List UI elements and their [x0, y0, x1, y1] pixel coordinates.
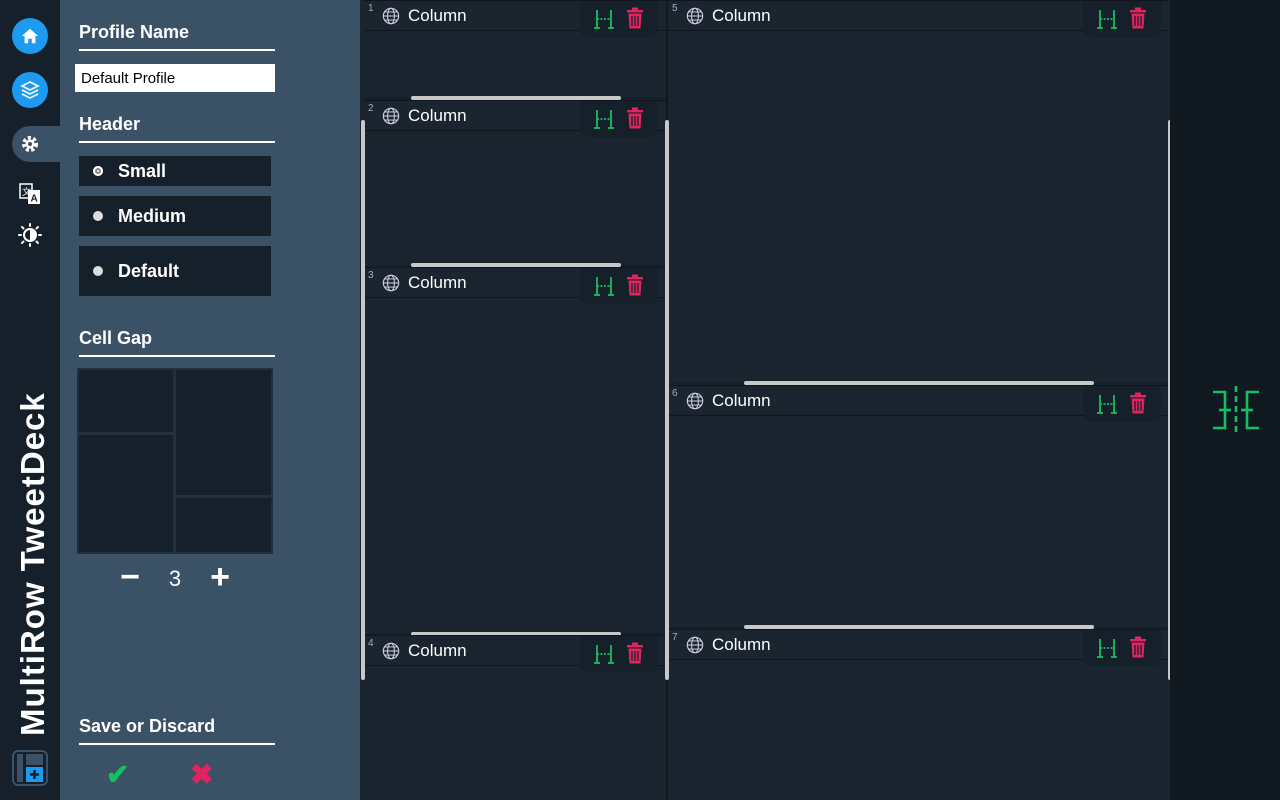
- trash-icon[interactable]: [1129, 392, 1147, 414]
- add-layout-button[interactable]: [12, 750, 48, 786]
- preview-cell: [77, 433, 175, 554]
- column-cell: 5 Column: [668, 0, 1168, 383]
- app-brand: MultiRow TweetDeck: [14, 392, 51, 736]
- language-button[interactable]: 文A: [12, 176, 48, 212]
- header-option-default[interactable]: Default: [79, 246, 271, 296]
- trash-icon[interactable]: [1129, 636, 1147, 658]
- svg-text:A: A: [31, 194, 38, 205]
- column-cell: 4 Column: [364, 635, 666, 800]
- cell-gap-heading: Cell Gap: [79, 328, 275, 357]
- column-cell: 7 Column: [668, 629, 1168, 800]
- column-title: Column: [408, 6, 467, 25]
- column-number: 3: [368, 270, 374, 281]
- resize-icon[interactable]: [594, 108, 614, 130]
- radio-unselected[interactable]: [93, 266, 103, 276]
- discard-button[interactable]: ✖: [190, 758, 213, 791]
- column-tools: [1083, 1, 1161, 37]
- trash-icon[interactable]: [1129, 7, 1147, 29]
- save-button[interactable]: ✔: [106, 758, 129, 791]
- radio-unselected[interactable]: [93, 211, 103, 221]
- globe-icon: [686, 636, 704, 654]
- cell-gap-decrease-button[interactable]: −: [115, 560, 145, 594]
- column-tools: [1083, 386, 1161, 422]
- settings-panel: Profile Name Header Small Medium Default…: [60, 0, 360, 800]
- cell-gap-increase-button[interactable]: +: [205, 560, 235, 594]
- trash-icon[interactable]: [626, 107, 644, 129]
- column-cell: 6 Column: [668, 385, 1168, 627]
- add-column-icon[interactable]: [1210, 384, 1262, 436]
- cell-gap-preview: [77, 368, 273, 554]
- column-number: 4: [368, 638, 374, 649]
- cell-gap-value: 3: [168, 566, 182, 591]
- home-button[interactable]: [12, 18, 48, 54]
- resize-icon[interactable]: [1097, 8, 1117, 30]
- column-tools: [580, 1, 658, 37]
- column-resize-handle[interactable]: [665, 120, 669, 680]
- column-resize-handle[interactable]: [361, 120, 365, 680]
- resize-icon[interactable]: [1097, 637, 1117, 659]
- column-cell: 2 Column: [364, 100, 666, 265]
- globe-icon: [382, 274, 400, 292]
- left-rail: 文A MultiRow TweetDeck: [0, 0, 60, 800]
- globe-icon: [686, 7, 704, 25]
- translate-icon: 文A: [19, 183, 40, 205]
- settings-button[interactable]: [12, 126, 60, 162]
- layers-button[interactable]: [12, 72, 48, 108]
- trash-icon[interactable]: [626, 642, 644, 664]
- column-title: Column: [712, 391, 771, 410]
- column-number: 2: [368, 103, 374, 114]
- preview-cell: [174, 368, 273, 497]
- column-number: 6: [672, 388, 678, 399]
- column-number: 5: [672, 3, 678, 14]
- column-title: Column: [712, 635, 771, 654]
- brightness-icon: [18, 223, 42, 247]
- header-heading: Header: [79, 114, 275, 143]
- column-board: 1 Column 2 Column 3 Column 4 Column 5 Co…: [360, 0, 1172, 800]
- column-number: 1: [368, 3, 374, 14]
- header-option-small[interactable]: Small: [79, 156, 271, 186]
- preview-cell: [174, 496, 273, 554]
- trash-icon[interactable]: [626, 274, 644, 296]
- trash-icon[interactable]: [626, 7, 644, 29]
- home-icon: [21, 28, 39, 44]
- header-option-label: Default: [118, 260, 180, 281]
- globe-icon: [382, 107, 400, 125]
- resize-icon[interactable]: [594, 643, 614, 665]
- profile-name-input[interactable]: [75, 64, 275, 92]
- profile-name-heading: Profile Name: [79, 22, 275, 51]
- resize-icon[interactable]: [594, 8, 614, 30]
- globe-icon: [382, 642, 400, 660]
- layers-icon: [20, 81, 40, 99]
- header-option-label: Medium: [118, 205, 187, 226]
- globe-icon: [382, 7, 400, 25]
- save-discard-heading: Save or Discard: [79, 716, 275, 745]
- preview-cell: [77, 368, 175, 434]
- column-title: Column: [408, 106, 467, 125]
- theme-button[interactable]: [12, 217, 48, 253]
- column-tools: [580, 101, 658, 137]
- resize-icon[interactable]: [594, 275, 614, 297]
- column-cell: 1 Column: [364, 0, 666, 97]
- add-column-layout-icon: [17, 754, 43, 782]
- header-option-label: Small: [118, 160, 167, 181]
- resize-icon[interactable]: [1097, 393, 1117, 415]
- radio-selected[interactable]: [93, 166, 103, 176]
- globe-icon: [686, 392, 704, 410]
- header-option-medium[interactable]: Medium: [79, 196, 271, 236]
- column-title: Column: [408, 273, 467, 292]
- column-title: Column: [408, 641, 467, 660]
- column-number: 7: [672, 632, 678, 643]
- column-tools: [580, 636, 658, 672]
- column-tools: [580, 268, 658, 304]
- column-cell: 3 Column: [364, 267, 666, 633]
- column-title: Column: [712, 6, 771, 25]
- column-tools: [1083, 630, 1161, 666]
- gear-icon: [22, 136, 38, 152]
